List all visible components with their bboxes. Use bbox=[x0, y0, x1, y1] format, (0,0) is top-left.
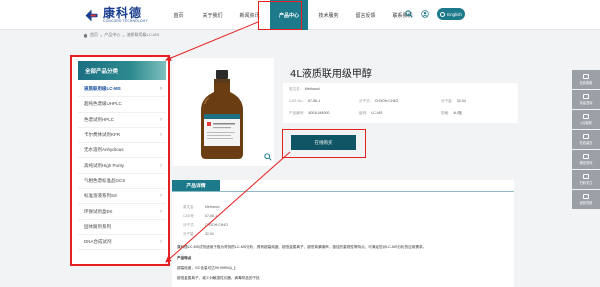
sidebar-item-label: 环保试剂盒EK bbox=[84, 208, 113, 214]
breadcrumb-separator: > bbox=[122, 32, 125, 38]
sidebar-title: 全部产品分类 bbox=[78, 61, 166, 80]
sidebar-item-gcs[interactable]: 气相色谱标准品GCS bbox=[78, 174, 166, 190]
qq-icon bbox=[583, 113, 589, 119]
sidebar-item-label: 固体腐剂系列 bbox=[84, 223, 111, 229]
zoom-icon[interactable] bbox=[264, 153, 272, 161]
message-icon bbox=[583, 133, 589, 139]
detail-spec-cas: CAS号: 67-56-1 bbox=[183, 214, 218, 218]
breadcrumb-current[interactable]: 液质联用级LC-MS bbox=[127, 32, 159, 38]
sidebar-item-anhydrous[interactable]: 无水溶剂Anhydrous bbox=[78, 143, 166, 159]
sidebar-item-label: 液质联用级LC-MS bbox=[84, 86, 121, 92]
details-divider bbox=[172, 191, 514, 192]
details-heading: 产品特点 bbox=[177, 256, 192, 260]
detail-spec-english-name: 英文名: Methanol bbox=[183, 205, 220, 209]
tab-product-details[interactable]: 产品详情 bbox=[172, 180, 220, 191]
spec-size: 规格: 4L/瓶 bbox=[441, 111, 462, 115]
details-feature: 超高纯度，GC含量可达99.999%以上 bbox=[177, 266, 237, 270]
qrcode-icon bbox=[583, 173, 589, 179]
category-list: 液质联用级LC-MS › 超纯色谱级UHPLC 色谱试剂HPLC › 卡尔费休试剂K… bbox=[78, 82, 166, 251]
buy-online-button[interactable]: 在线购买 bbox=[291, 135, 356, 150]
category-sidebar: 全部产品分类 液质联用级LC-MS › 超纯色谱级UHPLC 色谱试剂HPLC › … bbox=[70, 55, 170, 266]
float-online-service[interactable]: 在线客服 bbox=[572, 70, 600, 89]
home-icon bbox=[83, 33, 88, 37]
details-paragraph: 康科德LC-MS试剂适用于极为苛刻的LC-MS分析，具有超高纯度、超低金属离子、… bbox=[177, 245, 427, 249]
detail-spec-formula: 分子式: CH3OH;CH4O bbox=[183, 223, 228, 227]
nav-highlight-box bbox=[258, 1, 302, 30]
sidebar-item-kfr[interactable]: 卡尔费休试剂KFR › bbox=[78, 128, 166, 144]
nav-about[interactable]: 关于我们 bbox=[194, 0, 231, 30]
chat-icon bbox=[583, 73, 589, 79]
sidebar-item-ss[interactable]: 标准溶液系列SS › bbox=[78, 189, 166, 205]
sidebar-item-label: DNA合成试剂 bbox=[84, 239, 112, 245]
spec-weight: 分子量: 32.04 bbox=[441, 99, 466, 103]
chevron-right-icon: › bbox=[160, 162, 162, 169]
product-image-panel bbox=[172, 58, 274, 166]
nav-tech-service[interactable]: 技术服务 bbox=[310, 0, 347, 30]
spec-cas: CAS No.: 67-56-1 bbox=[289, 99, 321, 103]
spec-grade: 级别: LC-MS bbox=[359, 111, 383, 115]
nav-feedback[interactable]: 留言反馈 bbox=[347, 0, 384, 30]
chevron-right-icon: › bbox=[160, 239, 162, 246]
chevron-right-icon: › bbox=[160, 208, 162, 215]
details-feature: 超低金属离子，减少对敏感性仪器、病毒样品的干扰 bbox=[177, 276, 260, 280]
product-title: 4L液质联用级甲醇 bbox=[290, 69, 372, 80]
detail-spec-weight: 分子量: 32.04 bbox=[183, 232, 214, 236]
spec-product-code: 产品编号: 8001LM4000 bbox=[289, 111, 330, 115]
breadcrumb-separator: > bbox=[100, 32, 103, 38]
phone-icon bbox=[583, 93, 589, 99]
sidebar-item-label: 高纯试剂High Purity bbox=[84, 162, 125, 168]
sidebar-item-lcms[interactable]: 液质联用级LC-MS › bbox=[78, 82, 166, 98]
sidebar-item-label: 标准溶液系列SS bbox=[84, 193, 118, 199]
wechat-icon bbox=[583, 153, 589, 159]
sidebar-item-high-purity[interactable]: 高纯试剂High Purity › bbox=[78, 158, 166, 174]
sidebar-item-solid[interactable]: 固体腐剂系列 bbox=[78, 220, 166, 235]
sidebar-item-label: 超纯色谱级UHPLC bbox=[84, 101, 122, 107]
chevron-right-icon: › bbox=[160, 116, 162, 123]
sidebar-item-label: 卡尔费休试剂KFR bbox=[84, 132, 120, 138]
language-label: English bbox=[447, 11, 462, 17]
sidebar-item-label: 无水溶剂Anhydrous bbox=[84, 147, 124, 153]
globe-icon bbox=[440, 11, 446, 17]
float-wechat[interactable]: 微信咨询 bbox=[572, 150, 600, 169]
sidebar-item-label: 气相色谱标准品GCS bbox=[84, 177, 126, 183]
spec-formula: 分子式: CH3OH;CH4O bbox=[359, 99, 399, 103]
sidebar-item-uhplc[interactable]: 超纯色谱级UHPLC bbox=[78, 97, 166, 113]
language-button[interactable]: English bbox=[437, 8, 465, 20]
chevron-right-icon: › bbox=[160, 193, 162, 200]
product-spec-panel: 英文名: Methanol CAS No.: 67-56-1 分子式: CH3OH;C… bbox=[283, 83, 518, 123]
product-bottle-image bbox=[201, 70, 243, 159]
logo-mark-icon bbox=[83, 7, 100, 24]
chevron-right-icon: › bbox=[160, 132, 162, 139]
spec-english-name: 英文名: Methanol bbox=[289, 87, 320, 91]
logo-cn-text: 康科德 bbox=[103, 5, 143, 20]
breadcrumb: 首页 > 产品中心 > 液质联用级LC-MS bbox=[83, 31, 159, 39]
logo-en-text: CONCORD TECHNOLOGY bbox=[103, 18, 149, 23]
float-qq[interactable]: QQ客服 bbox=[572, 110, 600, 129]
float-follow[interactable]: 扫码关注 bbox=[572, 170, 600, 189]
chevron-right-icon: › bbox=[160, 86, 162, 93]
arrow-up-icon bbox=[583, 193, 589, 199]
float-back-to-top[interactable]: 返回顶部 bbox=[572, 190, 600, 209]
sidebar-item-label: 色谱试剂HPLC bbox=[84, 116, 115, 122]
search-icon[interactable] bbox=[403, 8, 415, 20]
float-phone[interactable]: 电话咨询 bbox=[572, 90, 600, 109]
float-message[interactable]: 在线留言 bbox=[572, 130, 600, 149]
floating-service-bar: 在线客服 电话咨询 QQ客服 在线留言 微信咨询 扫码关注 返回顶部 bbox=[572, 70, 600, 210]
sidebar-item-hplc[interactable]: 色谱试剂HPLC › bbox=[78, 113, 166, 128]
breadcrumb-home[interactable]: 首页 bbox=[90, 32, 98, 38]
nav-home[interactable]: 首页 bbox=[163, 0, 194, 30]
breadcrumb-products[interactable]: 产品中心 bbox=[104, 32, 120, 38]
sidebar-item-dna[interactable]: DNA合成试剂 › bbox=[78, 235, 166, 251]
site-logo[interactable]: 康科德 CONCORD TECHNOLOGY bbox=[83, 5, 148, 25]
user-icon[interactable] bbox=[419, 8, 431, 20]
sidebar-item-ek[interactable]: 环保试剂盒EK › bbox=[78, 204, 166, 220]
